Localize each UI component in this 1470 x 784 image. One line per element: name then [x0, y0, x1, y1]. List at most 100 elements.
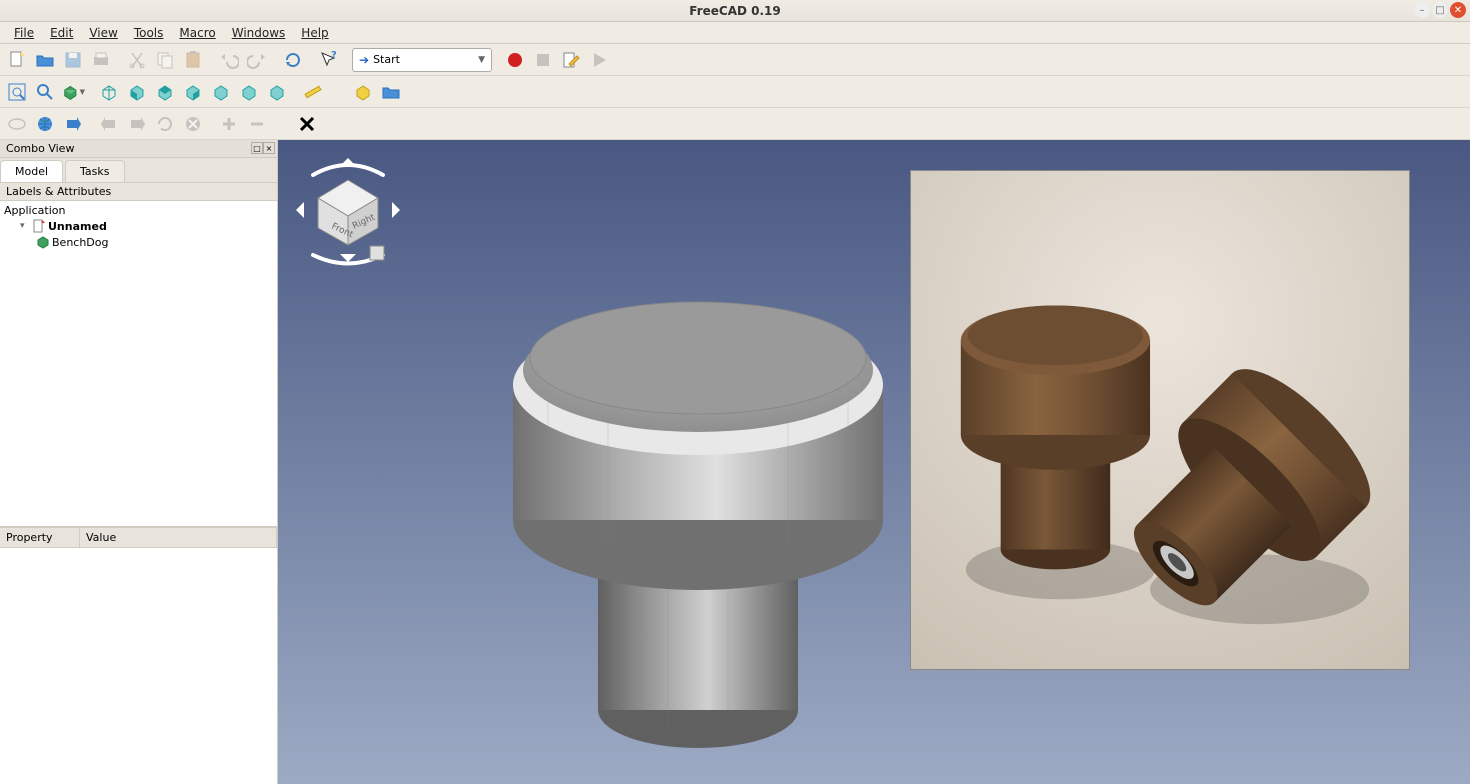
- view-bottom-button[interactable]: [236, 79, 262, 105]
- menu-view[interactable]: View: [81, 24, 125, 42]
- nav-stop-button[interactable]: [180, 111, 206, 137]
- whats-this-icon: ?: [319, 50, 339, 70]
- nav-home-button[interactable]: [4, 111, 30, 137]
- fit-all-button[interactable]: [4, 79, 30, 105]
- close-button[interactable]: ✕: [1450, 2, 1466, 18]
- document-tree[interactable]: Application ▾ Unnamed BenchDog: [0, 201, 277, 526]
- macro-stop-button[interactable]: [530, 47, 556, 73]
- view-top-button[interactable]: [152, 79, 178, 105]
- macro-record-button[interactable]: [502, 47, 528, 73]
- refresh-icon: [283, 50, 303, 70]
- svg-text:?: ?: [331, 50, 337, 61]
- zoom-in-icon: [219, 114, 239, 134]
- document-icon: [32, 219, 46, 233]
- main-area: Combo View □ × Model Tasks Labels & Attr…: [0, 140, 1470, 784]
- undo-icon: [219, 50, 239, 70]
- measure-button[interactable]: [300, 79, 326, 105]
- fit-selection-button[interactable]: [32, 79, 58, 105]
- save-button[interactable]: [60, 47, 86, 73]
- new-document-button[interactable]: [4, 47, 30, 73]
- measure-icon: [303, 82, 323, 102]
- view-front-button[interactable]: [124, 79, 150, 105]
- nav-forward-button[interactable]: [60, 111, 86, 137]
- view-rear-icon: [211, 82, 231, 102]
- property-header-value[interactable]: Value: [80, 528, 277, 547]
- draw-style-button[interactable]: ▼: [60, 79, 86, 105]
- chevron-down-icon: ▼: [478, 55, 485, 65]
- redo-icon: [247, 50, 267, 70]
- zoom-out-button[interactable]: [244, 111, 270, 137]
- property-panel: Property Value: [0, 526, 277, 784]
- whats-this-button[interactable]: ?: [316, 47, 342, 73]
- title-bar: FreeCAD 0.19 – □ ✕: [0, 0, 1470, 22]
- view-iso-button[interactable]: [96, 79, 122, 105]
- fit-all-icon: [7, 82, 27, 102]
- print-icon: [91, 50, 111, 70]
- draw-style-icon: [61, 82, 80, 102]
- nav-cube-svg: Front Right: [288, 150, 408, 270]
- reference-image-panel: [910, 170, 1410, 670]
- tab-tasks[interactable]: Tasks: [65, 160, 124, 182]
- macro-play-button[interactable]: [586, 47, 612, 73]
- macro-record-icon: [505, 50, 525, 70]
- tree-root-application[interactable]: Application: [2, 203, 275, 218]
- workbench-selector[interactable]: ➔ Start ▼: [352, 48, 492, 72]
- macro-edit-button[interactable]: [558, 47, 584, 73]
- redo-button[interactable]: [244, 47, 270, 73]
- maximize-button[interactable]: □: [1432, 2, 1448, 18]
- nav-back-page-button[interactable]: [96, 111, 122, 137]
- view-iso-icon: [99, 82, 119, 102]
- navigation-cube[interactable]: Front Right: [288, 150, 408, 270]
- menu-tools[interactable]: Tools: [126, 24, 172, 42]
- tree-object-label: BenchDog: [52, 236, 109, 249]
- combo-view-title-bar: Combo View □ ×: [0, 140, 277, 158]
- menu-edit[interactable]: Edit: [42, 24, 81, 42]
- cut-button[interactable]: [124, 47, 150, 73]
- paste-button[interactable]: [180, 47, 206, 73]
- view-rear-button[interactable]: [208, 79, 234, 105]
- arrow-right-icon: [127, 114, 147, 134]
- nav-reload-button[interactable]: [152, 111, 178, 137]
- menu-file[interactable]: File: [6, 24, 42, 42]
- menu-macro[interactable]: Macro: [171, 24, 223, 42]
- group-folder-icon: [381, 82, 401, 102]
- 3d-model[interactable]: [428, 210, 968, 750]
- nav-globe-button[interactable]: [32, 111, 58, 137]
- macro-play-icon: [589, 50, 609, 70]
- arrow-right-icon: [63, 114, 83, 134]
- view-right-button[interactable]: [180, 79, 206, 105]
- part-button[interactable]: [350, 79, 376, 105]
- minimize-button[interactable]: –: [1414, 2, 1430, 18]
- nav-forward-page-button[interactable]: [124, 111, 150, 137]
- copy-icon: [155, 50, 175, 70]
- open-folder-icon: [35, 50, 55, 70]
- property-header-property[interactable]: Property: [0, 528, 80, 547]
- tree-header: Labels & Attributes: [0, 183, 277, 201]
- workbench-label: Start: [373, 53, 478, 66]
- panel-close-button[interactable]: ×: [263, 142, 275, 154]
- view-left-button[interactable]: [264, 79, 290, 105]
- open-button[interactable]: [32, 47, 58, 73]
- expand-arrow-icon[interactable]: ▾: [20, 221, 32, 231]
- 3d-viewport[interactable]: Front Right: [278, 140, 1470, 784]
- undo-button[interactable]: [216, 47, 242, 73]
- feature-icon: [36, 235, 50, 249]
- save-icon: [63, 50, 83, 70]
- group-button[interactable]: [378, 79, 404, 105]
- menu-help[interactable]: Help: [293, 24, 336, 42]
- refresh-button[interactable]: [280, 47, 306, 73]
- copy-button[interactable]: [152, 47, 178, 73]
- window-controls: – □ ✕: [1414, 2, 1466, 18]
- menu-windows[interactable]: Windows: [224, 24, 294, 42]
- combo-view-panel: Combo View □ × Model Tasks Labels & Attr…: [0, 140, 278, 784]
- tree-object-benchdog[interactable]: BenchDog: [2, 234, 275, 250]
- stop-circle-icon: [183, 114, 203, 134]
- print-button[interactable]: [88, 47, 114, 73]
- tree-document[interactable]: ▾ Unnamed: [2, 218, 275, 234]
- globe-icon: [35, 114, 55, 134]
- window-title: FreeCAD 0.19: [689, 4, 780, 18]
- tab-model[interactable]: Model: [0, 160, 63, 182]
- zoom-in-button[interactable]: [216, 111, 242, 137]
- panel-float-button[interactable]: □: [251, 142, 263, 154]
- close-x-button[interactable]: [294, 111, 320, 137]
